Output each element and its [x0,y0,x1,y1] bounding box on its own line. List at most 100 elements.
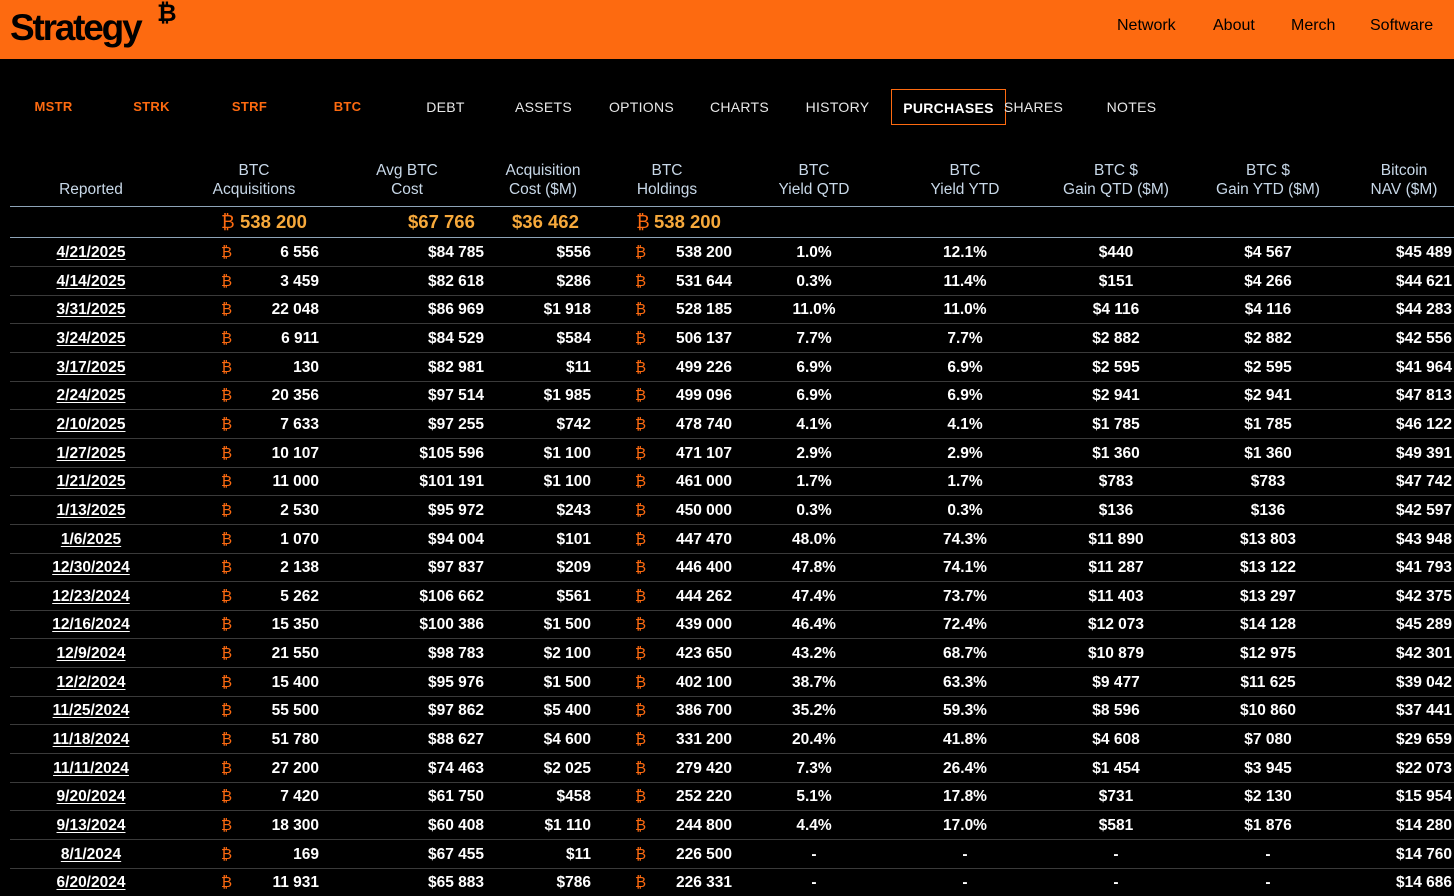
btc-gain-qtd: $11 890 [1088,530,1144,548]
btc-gain-ytd: $1 785 [1244,415,1292,433]
tab-notes[interactable]: NOTES [1074,89,1189,125]
table-row: 8/1/2024 ₿ 169 $67 455 $11 ₿ 226 500 - - - - $14 76… [10,840,1454,869]
btc-holdings: 478 740 [675,415,732,433]
purchase-date-link[interactable]: 3/31/2025 [11,301,171,319]
table-row: 6/20/2024 ₿ 11 931 $65 883 $786 ₿ 226 331 - - - - $… [10,868,1454,896]
btc-gain-qtd: $12 073 [1087,616,1145,634]
bitcoin-nav: $44 283 [1395,301,1452,319]
acquisition-cost: $243 [556,501,591,519]
btc-gain-qtd: $8 596 [1092,702,1140,720]
btc-acquisitions: 51 780 [271,731,319,749]
btc-yield-qtd: 35.2% [792,702,836,720]
acquisition-cost: $5 400 [543,702,591,720]
purchase-date-link[interactable]: 3/24/2025 [11,330,171,348]
btc-gain-qtd: $4 608 [1092,731,1140,749]
btc-icon: ₿ [635,444,647,462]
purchase-date-link[interactable]: 9/13/2024 [11,817,171,835]
bitcoin-nav: $41 793 [1395,559,1452,577]
btc-gain-ytd: $12 975 [1239,645,1297,663]
btc-acquisitions: 130 [293,358,319,376]
bitcoin-nav: $14 760 [1395,845,1452,863]
avg-btc-cost: $65 883 [427,874,484,892]
avg-btc-cost: $82 618 [427,272,484,290]
nav-merch[interactable]: Merch [1291,17,1335,35]
btc-gain-qtd: $2 882 [1092,329,1140,347]
table-row: 12/9/2024 ₿ 21 550 $98 783 $2 100 ₿ 423 650 43.… [10,639,1454,669]
nav-software[interactable]: Software [1370,17,1433,35]
bitcoin-nav: $39 042 [1395,673,1452,691]
btc-yield-qtd: 0.3% [796,272,832,290]
btc-holdings: 450 000 [675,501,732,519]
purchase-date-link[interactable]: 2/24/2025 [11,387,171,405]
purchase-date-link[interactable]: 12/30/2024 [11,559,171,577]
btc-icon: ₿ [635,244,647,261]
btc-acquisitions: 2 138 [280,559,319,577]
btc-gain-ytd: $2 130 [1244,788,1292,806]
strategy-logo[interactable]: Strategy ₿ [10,2,177,50]
btc-icon: ₿ [635,616,647,634]
purchase-date-link[interactable]: 1/6/2025 [11,531,171,549]
table-row: 12/2/2024 ₿ 15 400 $95 976 $1 500 ₿ 402 100 38.… [10,668,1454,697]
avg-btc-cost: $60 408 [427,817,484,834]
purchase-date-link[interactable]: 4/14/2025 [11,273,171,291]
purchase-date-link[interactable]: 1/21/2025 [11,473,171,491]
purchase-date-link[interactable]: 12/9/2024 [11,645,171,663]
btc-icon: ₿ [635,874,647,892]
purchase-date-link[interactable]: 1/27/2025 [11,445,171,463]
btc-gain-qtd: $1 454 [1092,759,1140,777]
purchase-date-link[interactable]: 9/20/2024 [11,788,171,806]
purchase-date-link[interactable]: 11/25/2024 [11,702,171,720]
bitcoin-nav: $47 813 [1395,387,1452,405]
btc-acquisitions: 11 931 [272,874,319,892]
btc-gain-qtd: $9 477 [1092,673,1140,691]
purchase-date-link[interactable]: 11/11/2024 [11,760,171,778]
btc-icon: ₿ [635,731,647,749]
btc-acquisitions: 3 459 [280,272,319,290]
table-row: 9/13/2024 ₿ 18 300 $60 408 $1 110 ₿ 244 800 4.4… [10,811,1454,840]
btc-icon: ₿ [635,358,647,376]
purchase-date-link[interactable]: 12/2/2024 [11,674,171,692]
avg-btc-cost: $84 785 [427,244,484,261]
purchase-date-link[interactable]: 6/20/2024 [11,874,171,892]
purchase-date-link[interactable]: 12/23/2024 [11,588,171,606]
btc-yield-ytd: - [962,845,968,863]
table-row: 11/18/2024 ₿ 51 780 $88 627 $4 600 ₿ 331 200 20… [10,725,1454,755]
bitcoin-nav: $46 122 [1395,415,1452,433]
tab-history[interactable]: HISTORY [780,89,895,125]
btc-gain-ytd: $4 266 [1244,272,1292,290]
btc-icon: ₿ [221,329,233,347]
btc-icon: ₿ [635,530,647,548]
btc-gain-ytd: $1 360 [1244,444,1292,462]
table-row: 1/6/2025 ₿ 1 070 $94 004 $101 ₿ 447 470 48.0% 74… [10,525,1454,554]
purchase-date-link[interactable]: 4/21/2025 [11,244,171,262]
btc-acquisitions: 27 200 [271,759,319,777]
avg-btc-cost: $94 004 [427,530,484,548]
nav-about[interactable]: About [1213,17,1255,35]
btc-acquisitions: 20 356 [271,387,319,405]
bitcoin-nav: $42 375 [1395,587,1452,605]
avg-btc-cost: $74 463 [427,759,484,777]
btc-gain-ytd: $136 [1250,501,1286,519]
purchase-date-link[interactable]: 1/13/2025 [11,502,171,520]
btc-icon: ₿ [221,272,233,290]
acquisition-cost: $742 [556,415,591,433]
btc-yield-ytd: 72.4% [943,616,987,634]
btc-gain-qtd: $581 [1098,817,1134,834]
bitcoin-nav: $49 391 [1395,444,1452,462]
acquisition-cost: $561 [556,587,591,605]
btc-gain-ytd: $2 941 [1244,387,1292,405]
btc-yield-ytd: 7.7% [947,329,983,347]
purchase-date-link[interactable]: 3/17/2025 [11,359,171,377]
btc-gain-ytd: $4 567 [1244,244,1292,261]
avg-btc-cost: $95 976 [427,673,484,691]
purchase-date-link[interactable]: 11/18/2024 [11,731,171,749]
bitcoin-nav: $42 556 [1395,329,1452,347]
purchase-date-link[interactable]: 8/1/2024 [11,846,171,864]
btc-yield-qtd: 1.7% [796,473,832,491]
btc-acquisitions: 1 070 [280,530,319,548]
purchase-date-link[interactable]: 2/10/2025 [11,416,171,434]
nav-network[interactable]: Network [1117,17,1176,35]
purchase-date-link[interactable]: 12/16/2024 [11,616,171,634]
btc-yield-qtd: 7.3% [796,759,832,777]
column-header[interactable]: Bitcoin NAV ($M) [1304,161,1454,199]
